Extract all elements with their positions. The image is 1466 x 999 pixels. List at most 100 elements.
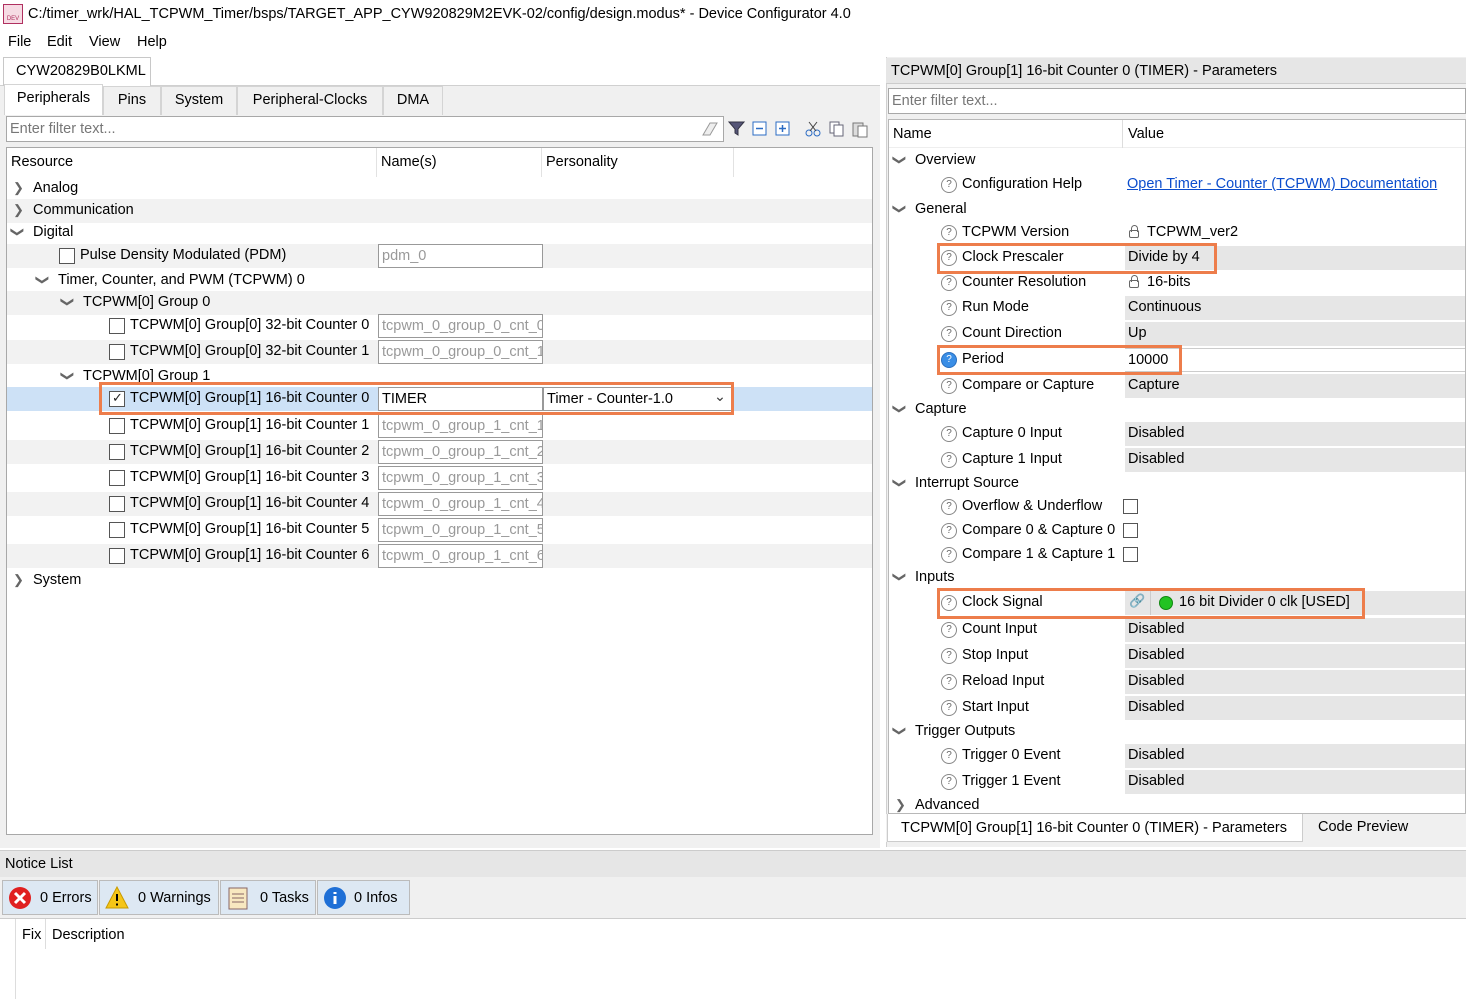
help-icon[interactable]: ? bbox=[941, 622, 957, 638]
count-input-select[interactable]: Disabled bbox=[1125, 618, 1465, 642]
col-fix[interactable]: Fix bbox=[22, 927, 41, 943]
help-icon[interactable]: ? bbox=[941, 774, 957, 790]
help-icon[interactable]: ? bbox=[941, 648, 957, 664]
name-field[interactable]: tcpwm_0_group_1_cnt_6 bbox=[378, 544, 543, 568]
clock-signal-select[interactable]: 16 bit Divider 0 clk [USED] bbox=[1151, 591, 1465, 615]
help-icon[interactable]: ? bbox=[941, 748, 957, 764]
section-capture[interactable]: ❯ Capture bbox=[889, 398, 1465, 422]
tree-row-group1[interactable]: ❯ TCPWM[0] Group 1 bbox=[7, 365, 872, 389]
help-icon[interactable]: ? bbox=[941, 547, 957, 563]
clock-prescaler-select[interactable]: Divide by 4 bbox=[1125, 246, 1465, 270]
help-icon[interactable]: ? bbox=[941, 378, 957, 394]
link-icon[interactable]: 🔗 bbox=[1125, 591, 1151, 615]
tab-pins[interactable]: Pins bbox=[103, 86, 161, 115]
help-icon[interactable]: ? bbox=[941, 700, 957, 716]
help-icon[interactable]: ? bbox=[941, 674, 957, 690]
tree-row-counter[interactable]: TCPWM[0] Group[1] 16-bit Counter 6 tcpwm… bbox=[7, 544, 872, 568]
personality-select[interactable]: Timer - Counter-1.0 ⌄ bbox=[543, 387, 733, 411]
chevron-down-icon[interactable]: ❯ bbox=[891, 204, 907, 215]
help-icon[interactable]: ? bbox=[941, 250, 957, 266]
collapse-all-icon[interactable] bbox=[752, 121, 768, 137]
reload-input-select[interactable]: Disabled bbox=[1125, 670, 1465, 694]
col-names[interactable]: Name(s) bbox=[377, 148, 542, 177]
chevron-down-icon[interactable]: ❯ bbox=[891, 404, 907, 415]
help-icon[interactable]: ? bbox=[941, 595, 957, 611]
tab-code-preview[interactable]: Code Preview bbox=[1304, 814, 1424, 840]
tree-row-group0[interactable]: ❯ TCPWM[0] Group 0 bbox=[7, 291, 872, 315]
trigger1-select[interactable]: Disabled bbox=[1125, 770, 1465, 794]
tab-dma[interactable]: DMA bbox=[383, 86, 443, 115]
help-icon[interactable]: ? bbox=[941, 300, 957, 316]
warnings-button[interactable]: 0 Warnings bbox=[99, 880, 219, 915]
paste-icon[interactable] bbox=[851, 120, 869, 138]
chevron-down-icon[interactable]: ❯ bbox=[9, 227, 25, 238]
tree-row-system[interactable]: ❯ System bbox=[7, 569, 872, 593]
chevron-down-icon[interactable]: ❯ bbox=[891, 155, 907, 166]
tree-row-counter[interactable]: TCPWM[0] Group[1] 16-bit Counter 3 tcpwm… bbox=[7, 466, 872, 490]
tree-row-counter[interactable]: TCPWM[0] Group[1] 16-bit Counter 1 tcpwm… bbox=[7, 414, 872, 438]
left-filter-input[interactable]: Enter filter text... bbox=[6, 116, 724, 142]
filter-icon[interactable] bbox=[728, 121, 746, 137]
help-icon[interactable]: ? bbox=[941, 426, 957, 442]
capture1-select[interactable]: Disabled bbox=[1125, 448, 1465, 472]
chevron-down-icon[interactable]: ❯ bbox=[891, 726, 907, 737]
chevron-down-icon[interactable]: ❯ bbox=[891, 572, 907, 583]
tree-row-counter[interactable]: TCPWM[0] Group[1] 16-bit Counter 5 tcpwm… bbox=[7, 518, 872, 542]
checkbox-checked[interactable] bbox=[109, 390, 125, 407]
checkbox[interactable] bbox=[109, 344, 125, 360]
chevron-right-icon[interactable]: ❯ bbox=[895, 797, 906, 813]
help-icon[interactable]: ? bbox=[941, 499, 957, 515]
help-icon[interactable]: ? bbox=[941, 523, 957, 539]
tab-parameters[interactable]: TCPWM[0] Group[1] 16-bit Counter 0 (TIME… bbox=[887, 814, 1303, 842]
checkbox[interactable] bbox=[109, 418, 125, 434]
tree-row-pdm[interactable]: Pulse Density Modulated (PDM) pdm_0 bbox=[7, 244, 872, 268]
tree-row-digital[interactable]: ❯ Digital bbox=[7, 221, 872, 245]
copy-icon[interactable] bbox=[828, 120, 846, 138]
name-field[interactable]: tcpwm_0_group_1_cnt_4 bbox=[378, 492, 543, 516]
checkbox[interactable] bbox=[109, 318, 125, 334]
tree-row-tcpwm[interactable]: ❯ Timer, Counter, and PWM (TCPWM) 0 bbox=[7, 269, 872, 293]
period-input[interactable]: 10000 bbox=[1125, 348, 1465, 372]
checkbox[interactable] bbox=[109, 496, 125, 512]
compare0-checkbox[interactable] bbox=[1123, 523, 1138, 538]
section-advanced[interactable]: ❯ Advanced bbox=[889, 794, 1465, 813]
chevron-down-icon[interactable]: ❯ bbox=[59, 371, 75, 382]
tree-row-counter-selected[interactable]: TCPWM[0] Group[1] 16-bit Counter 0 TIMER… bbox=[7, 387, 872, 411]
documentation-link[interactable]: Open Timer - Counter (TCPWM) Documentati… bbox=[1127, 176, 1437, 192]
help-icon[interactable]: ? bbox=[941, 225, 957, 241]
section-trigger-outputs[interactable]: ❯ Trigger Outputs bbox=[889, 720, 1465, 744]
tree-row-counter[interactable]: TCPWM[0] Group[0] 32-bit Counter 1 tcpwm… bbox=[7, 340, 872, 364]
tasks-button[interactable]: 0 Tasks bbox=[220, 880, 316, 915]
help-icon[interactable]: ? bbox=[941, 275, 957, 291]
chevron-down-icon[interactable]: ❯ bbox=[59, 297, 75, 308]
chevron-right-icon[interactable]: ❯ bbox=[13, 180, 24, 196]
errors-button[interactable]: 0 Errors bbox=[2, 880, 98, 915]
name-field[interactable]: tcpwm_0_group_0_cnt_0 bbox=[378, 314, 543, 338]
col-name[interactable]: Name bbox=[893, 126, 932, 142]
section-overview[interactable]: ❯ Overview bbox=[889, 149, 1465, 173]
help-icon[interactable]: ? bbox=[941, 326, 957, 342]
col-value[interactable]: Value bbox=[1128, 126, 1164, 142]
infos-button[interactable]: 0 Infos bbox=[317, 880, 410, 915]
tree-row-counter[interactable]: TCPWM[0] Group[1] 16-bit Counter 4 tcpwm… bbox=[7, 492, 872, 516]
section-inputs[interactable]: ❯ Inputs bbox=[889, 566, 1465, 590]
col-resource[interactable]: Resource bbox=[7, 148, 377, 177]
checkbox[interactable] bbox=[109, 548, 125, 564]
menu-edit[interactable]: Edit bbox=[47, 34, 72, 50]
count-direction-select[interactable]: Up bbox=[1125, 322, 1465, 346]
help-icon[interactable]: ? bbox=[941, 352, 957, 368]
menu-help[interactable]: Help bbox=[137, 34, 167, 50]
name-field[interactable]: tcpwm_0_group_1_cnt_2 bbox=[378, 440, 543, 464]
checkbox[interactable] bbox=[109, 444, 125, 460]
clear-filter-icon[interactable] bbox=[700, 120, 720, 138]
params-filter-input[interactable]: Enter filter text... bbox=[888, 88, 1466, 114]
name-field[interactable]: TIMER bbox=[378, 387, 543, 411]
tab-system[interactable]: System bbox=[161, 86, 237, 115]
checkbox[interactable] bbox=[109, 522, 125, 538]
help-icon[interactable]: ? bbox=[941, 452, 957, 468]
chevron-down-icon[interactable]: ❯ bbox=[891, 478, 907, 489]
device-tab[interactable]: CYW20829B0LKML bbox=[3, 57, 151, 86]
name-field[interactable]: tcpwm_0_group_1_cnt_5 bbox=[378, 518, 543, 542]
tab-peripherals[interactable]: Peripherals bbox=[4, 84, 103, 115]
tree-row-counter[interactable]: TCPWM[0] Group[0] 32-bit Counter 0 tcpwm… bbox=[7, 314, 872, 338]
